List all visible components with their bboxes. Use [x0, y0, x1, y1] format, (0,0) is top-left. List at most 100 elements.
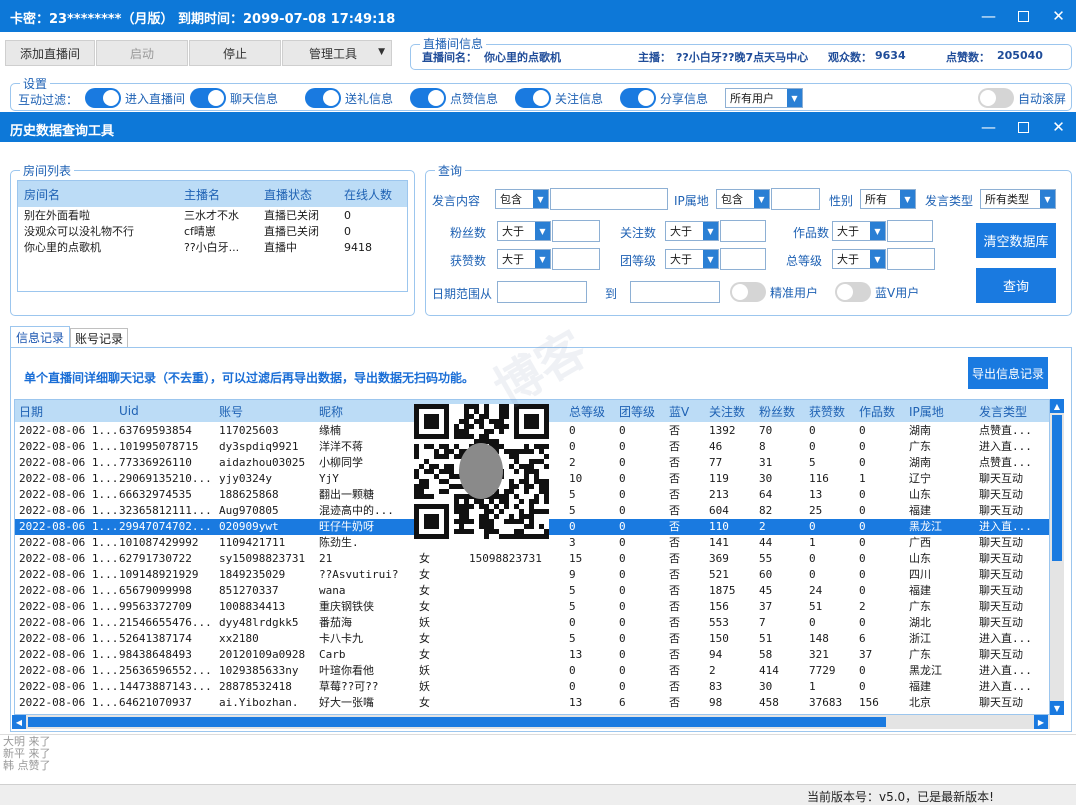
speech-type-select[interactable]: 所有类型 ▼: [980, 189, 1056, 209]
precise-user-toggle[interactable]: 精准用户: [730, 282, 818, 302]
toggle-switch[interactable]: [85, 88, 121, 108]
table-row[interactable]: 2022-08-06 1... 99563372709 1008834413 重庆钢铁…: [15, 599, 1049, 615]
scrollbar-thumb[interactable]: [1052, 415, 1062, 561]
group-level-compare-select[interactable]: 大于 ▼: [665, 249, 719, 269]
works-input[interactable]: [887, 220, 933, 242]
toggle-enter[interactable]: 进入直播间: [85, 88, 185, 108]
bluev-user-toggle[interactable]: 蓝V用户: [835, 282, 919, 302]
speech-mode-select[interactable]: 包含 ▼: [495, 189, 549, 209]
minimize-icon[interactable]: —: [971, 112, 1006, 142]
table-row[interactable]: 2022-08-06 1... 98438648493 20120109a0928 C…: [15, 647, 1049, 663]
fans-input[interactable]: [552, 220, 600, 242]
table-cell: 0: [809, 424, 816, 437]
toggle-switch[interactable]: [978, 88, 1014, 108]
col-live-status[interactable]: 直播状态: [264, 186, 312, 203]
table-row[interactable]: 2022-08-06 1... 64621070937 ai.Yibozhan. 好大…: [15, 695, 1049, 711]
add-room-button[interactable]: 添加直播间: [5, 40, 95, 66]
total-level-compare-select[interactable]: 大于 ▼: [832, 249, 886, 269]
toggle-switch[interactable]: [515, 88, 551, 108]
group-level-input[interactable]: [720, 248, 766, 270]
toggle-switch[interactable]: [620, 88, 656, 108]
close-icon[interactable]: ✕: [1041, 112, 1076, 142]
horizontal-scrollbar[interactable]: ◀ ▶: [12, 715, 1050, 729]
table-cell: 15: [569, 552, 583, 565]
search-button[interactable]: 查询: [976, 268, 1056, 303]
ip-mode-select[interactable]: 包含 ▼: [716, 189, 770, 209]
stop-button[interactable]: 停止: [189, 40, 281, 66]
toggle-auto-scroll[interactable]: 自动滚屏: [978, 88, 1066, 108]
col-likes[interactable]: 获赞数: [809, 403, 845, 420]
room-list-row[interactable]: 你心里的点歌机 ??小白牙... 直播中 9418: [18, 240, 407, 256]
scroll-right-icon[interactable]: ▶: [1034, 715, 1048, 729]
table-row[interactable]: 2022-08-06 1... 62791730722 sy15098823731 2…: [15, 551, 1049, 567]
col-account[interactable]: 账号: [219, 403, 243, 420]
total-level-input[interactable]: [887, 248, 935, 270]
speech-content-input[interactable]: [550, 188, 668, 210]
table-row[interactable]: 2022-08-06 1... 65679099998 851270337 wana 女…: [15, 583, 1049, 599]
export-records-button[interactable]: 导出信息记录: [968, 357, 1048, 389]
maximize-icon[interactable]: [1006, 0, 1041, 32]
room-list-row[interactable]: 没观众可以没礼物不行 cf晴崽 直播已关闭 0: [18, 224, 407, 240]
table-cell: 2022-08-06 1...: [19, 440, 117, 453]
date-from-input[interactable]: [497, 281, 587, 303]
col-works[interactable]: 作品数: [859, 403, 895, 420]
toggle-chat[interactable]: 聊天信息: [190, 88, 278, 108]
table-row[interactable]: 2022-08-06 1... 25636596552... 1029385633n…: [15, 663, 1049, 679]
tab-info-records[interactable]: 信息记录: [10, 326, 70, 348]
date-to-input[interactable]: [630, 281, 720, 303]
toggle-share[interactable]: 分享信息: [620, 88, 708, 108]
col-ip[interactable]: IP属地: [909, 403, 944, 420]
table-cell: 55: [759, 552, 773, 565]
col-total-level[interactable]: 总等级: [569, 403, 605, 420]
toggle-gift[interactable]: 送礼信息: [305, 88, 393, 108]
fans-compare-select[interactable]: 大于 ▼: [497, 221, 551, 241]
table-cell: 52641387174: [119, 632, 192, 645]
col-fans[interactable]: 粉丝数: [759, 403, 795, 420]
toggle-switch[interactable]: [190, 88, 226, 108]
toggle-like[interactable]: 点赞信息: [410, 88, 498, 108]
col-date[interactable]: 日期: [19, 403, 43, 420]
col-host-name[interactable]: 主播名: [184, 186, 220, 203]
close-icon[interactable]: ✕: [1041, 0, 1076, 32]
col-group-level[interactable]: 团等级: [619, 403, 655, 420]
minimize-icon[interactable]: —: [971, 0, 1006, 32]
scrollbar-thumb-h[interactable]: [28, 717, 886, 727]
table-row[interactable]: 2022-08-06 1... 21546655476... dyy48lrdgkk…: [15, 615, 1049, 631]
start-button[interactable]: 启动: [96, 40, 188, 66]
manage-tools-dropdown[interactable]: 管理工具 ▼: [282, 40, 392, 66]
tab-account-records[interactable]: 账号记录: [70, 328, 128, 348]
toggle-switch[interactable]: [410, 88, 446, 108]
user-filter-select[interactable]: 所有用户 ▼: [725, 88, 803, 108]
window-controls: — ✕: [971, 0, 1076, 32]
ip-input[interactable]: [771, 188, 820, 210]
scroll-down-icon[interactable]: ▼: [1050, 701, 1064, 715]
table-row[interactable]: 2022-08-06 1... 14473887143... 28878532418…: [15, 679, 1049, 695]
likes-input[interactable]: [552, 248, 600, 270]
col-follow[interactable]: 关注数: [709, 403, 745, 420]
table-row[interactable]: 2022-08-06 1... 109148921929 1849235029 ??A…: [15, 567, 1049, 583]
scroll-up-icon[interactable]: ▲: [1050, 399, 1064, 413]
likes-compare-select[interactable]: 大于 ▼: [497, 249, 551, 269]
toggle-switch[interactable]: [305, 88, 341, 108]
col-room-name[interactable]: 房间名: [24, 186, 60, 203]
toggle-follow[interactable]: 关注信息: [515, 88, 603, 108]
clear-database-button[interactable]: 清空数据库: [976, 223, 1056, 258]
follow-input[interactable]: [720, 220, 766, 242]
maximize-icon[interactable]: [1006, 112, 1041, 142]
table-row[interactable]: 2022-08-06 1... 52641387174 xx2180 卡八卡九 女 5 0 否…: [15, 631, 1049, 647]
col-speech-type[interactable]: 发言类型: [979, 403, 1027, 420]
follow-compare-select[interactable]: 大于 ▼: [665, 221, 719, 241]
col-nickname[interactable]: 昵称: [319, 403, 343, 420]
vertical-scrollbar[interactable]: ▲ ▼: [1050, 399, 1064, 715]
toggle-switch[interactable]: [730, 282, 766, 302]
col-online[interactable]: 在线人数: [344, 186, 392, 203]
scroll-left-icon[interactable]: ◀: [12, 715, 26, 729]
chevron-down-icon: ▼: [533, 190, 548, 208]
col-uid[interactable]: Uid: [119, 404, 139, 418]
works-compare-select[interactable]: 大于 ▼: [832, 221, 886, 241]
gender-select[interactable]: 所有 ▼: [860, 189, 916, 209]
room-list-row[interactable]: 别在外面看啦 三水才不水 直播已关闭 0: [18, 208, 407, 224]
toggle-switch[interactable]: [835, 282, 871, 302]
table-cell: 156: [859, 696, 879, 709]
col-bluev[interactable]: 蓝V: [669, 403, 689, 420]
